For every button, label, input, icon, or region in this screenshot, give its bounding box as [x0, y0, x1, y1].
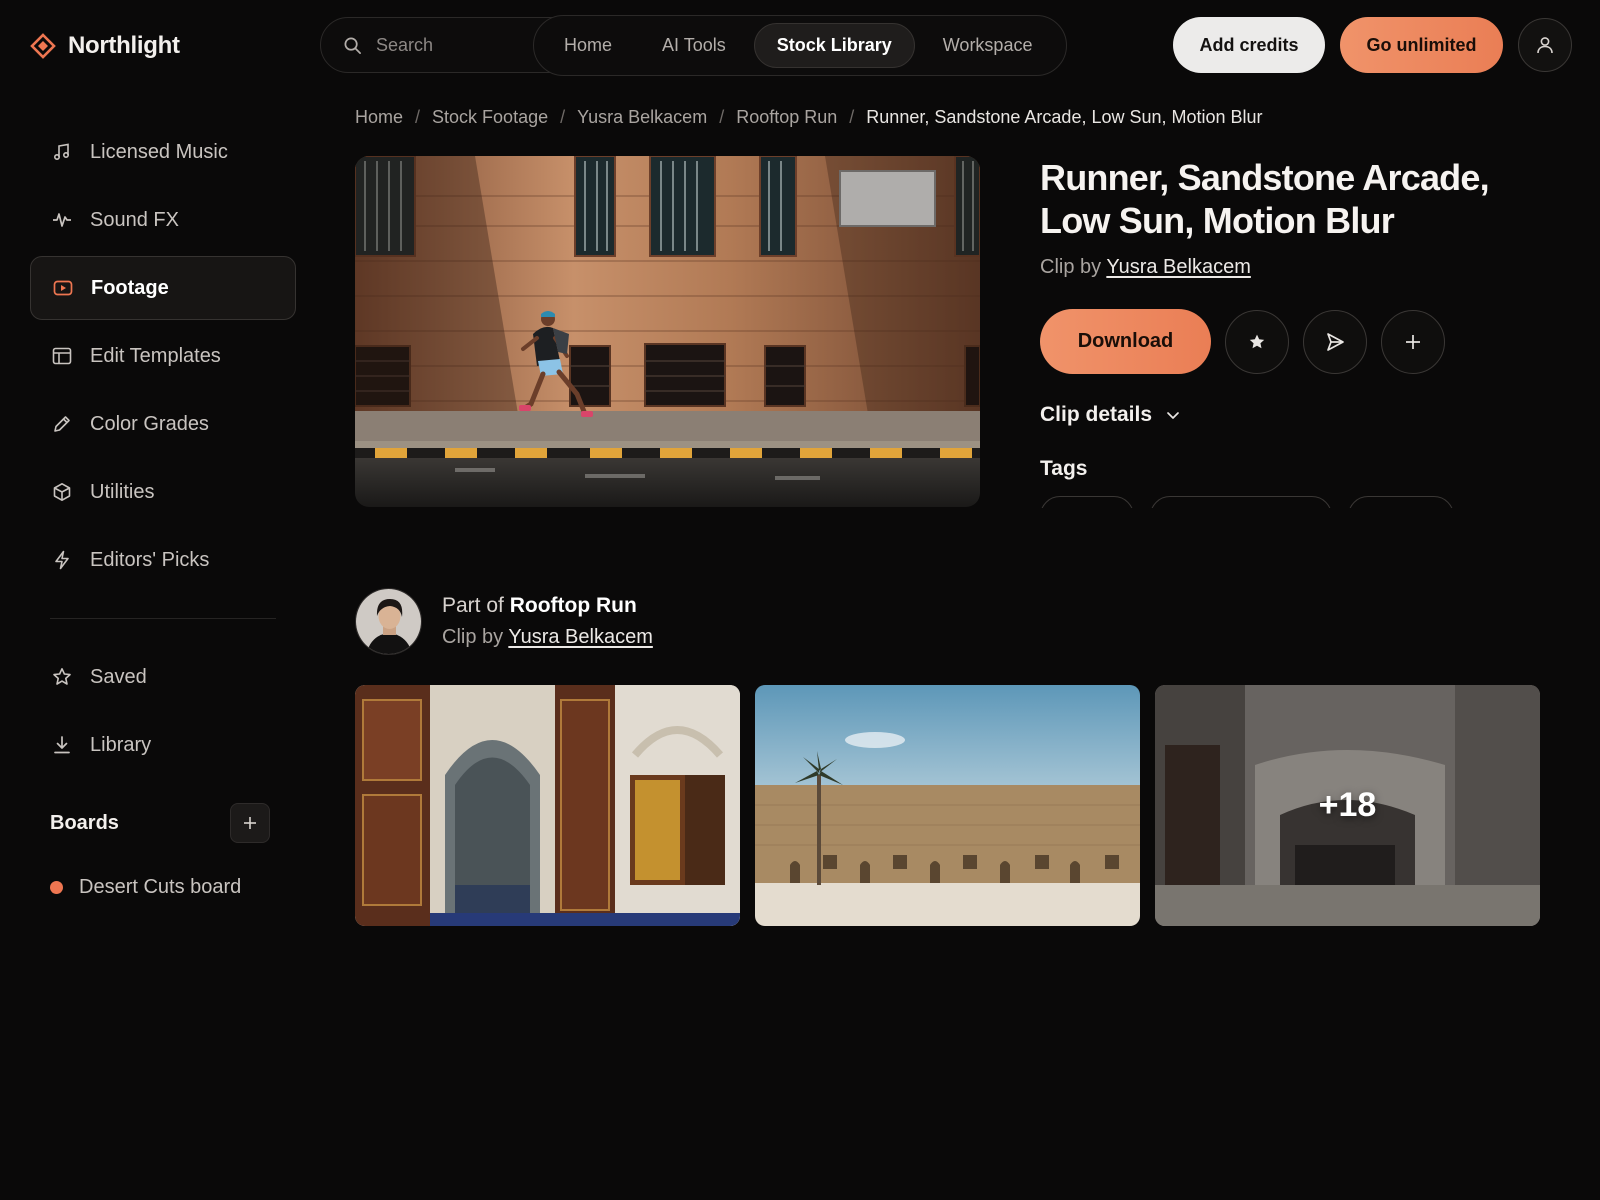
waveform-icon	[52, 210, 72, 230]
music-note-icon	[52, 142, 72, 162]
search-icon	[343, 36, 362, 55]
sidebar-item-label: Editors' Picks	[90, 548, 210, 571]
breadcrumb-current: Runner, Sandstone Arcade, Low Sun, Motio…	[866, 106, 1263, 127]
sidebar-item-edit-templates[interactable]: Edit Templates	[30, 324, 296, 388]
clip-actions: Download	[1040, 309, 1445, 374]
sidebar-item-label: Saved	[90, 665, 147, 688]
sidebar-divider	[50, 618, 276, 619]
sidebar-item-footage[interactable]: Footage	[30, 256, 296, 320]
breadcrumb-separator: /	[719, 106, 725, 127]
tags-heading: Tags	[1040, 457, 1088, 480]
tag-pill[interactable]	[1040, 496, 1134, 508]
sidebar-item-label: Edit Templates	[90, 344, 221, 367]
star-icon	[52, 667, 72, 687]
download-button[interactable]: Download	[1040, 309, 1211, 374]
collection-name: Rooftop Run	[509, 594, 637, 617]
boards-title: Boards	[50, 811, 119, 834]
send-icon	[1324, 331, 1346, 353]
add-credits-button[interactable]: Add credits	[1173, 17, 1325, 73]
cube-icon	[52, 482, 72, 502]
main-nav: Home AI Tools Stock Library Workspace	[533, 15, 1067, 76]
collection-thumbnails: +18	[355, 685, 1540, 926]
clip-title: Runner, Sandstone Arcade, Low Sun, Motio…	[1040, 157, 1490, 241]
clip-byline: Clip by Yusra Belkacem	[1040, 256, 1251, 279]
brand-name: Northlight	[68, 32, 180, 59]
nav-ai-tools[interactable]: AI Tools	[640, 23, 748, 68]
collection-thumbnail-3[interactable]: +18	[1155, 685, 1540, 926]
tag-pill[interactable]	[1150, 496, 1332, 508]
collection-thumbnail-1[interactable]	[355, 685, 740, 926]
collection-byline: Clip by Yusra Belkacem	[442, 626, 653, 649]
tags-list	[1040, 496, 1454, 508]
favorite-button[interactable]	[1225, 309, 1289, 374]
nav-home[interactable]: Home	[542, 23, 634, 68]
breadcrumb-separator: /	[849, 106, 855, 127]
brand[interactable]: Northlight	[30, 28, 180, 64]
sidebar-item-label: Footage	[91, 276, 169, 299]
sidebar-item-label: Color Grades	[90, 412, 209, 435]
collection-author-link[interactable]: Yusra Belkacem	[508, 626, 653, 648]
chevron-down-icon	[1166, 408, 1180, 422]
sidebar-item-label: Sound FX	[90, 208, 179, 231]
sidebar-item-label: Library	[90, 733, 152, 756]
sidebar: Licensed Music Sound FX Footage Edit Tem…	[30, 120, 296, 907]
sidebar-item-color-grades[interactable]: Color Grades	[30, 392, 296, 456]
clip-author-link[interactable]: Yusra Belkacem	[1106, 256, 1251, 278]
sidebar-item-label: Licensed Music	[90, 140, 228, 163]
breadcrumb-separator: /	[415, 106, 421, 127]
user-icon	[1535, 35, 1555, 55]
collection-title: Part of Rooftop Run	[442, 594, 637, 618]
tag-pill[interactable]	[1348, 496, 1454, 508]
sidebar-item-licensed-music[interactable]: Licensed Music	[30, 120, 296, 184]
clip-details-label: Clip details	[1040, 403, 1153, 426]
breadcrumb: Home / Stock Footage / Yusra Belkacem / …	[355, 104, 1263, 130]
sidebar-item-label: Utilities	[90, 480, 155, 503]
nav-stock-library[interactable]: Stock Library	[753, 23, 915, 68]
add-board-button[interactable]	[230, 803, 270, 843]
breadcrumb-collection[interactable]: Rooftop Run	[736, 107, 837, 128]
clip-preview-image	[355, 156, 980, 507]
author-avatar[interactable]	[355, 588, 422, 655]
board-item-label: Desert Cuts board	[79, 875, 242, 898]
breadcrumb-stock-footage[interactable]: Stock Footage	[432, 107, 548, 128]
collection-by-prefix: Clip by	[442, 626, 504, 648]
go-unlimited-button[interactable]: Go unlimited	[1340, 17, 1503, 73]
plus-icon	[1404, 333, 1422, 351]
boards-header: Boards	[30, 803, 296, 843]
thumbnail-image	[355, 685, 740, 926]
breadcrumb-separator: /	[560, 106, 566, 127]
collection-thumbnail-2[interactable]	[755, 685, 1140, 926]
nav-workspace[interactable]: Workspace	[921, 23, 1055, 68]
template-icon	[52, 346, 72, 366]
breadcrumb-home[interactable]: Home	[355, 107, 403, 128]
star-icon	[1248, 333, 1266, 351]
board-item-desert-cuts[interactable]: Desert Cuts board	[30, 867, 296, 907]
sidebar-item-sound-fx[interactable]: Sound FX	[30, 188, 296, 252]
sidebar-item-utilities[interactable]: Utilities	[30, 460, 296, 524]
collection-part-prefix: Part of	[442, 594, 504, 617]
lightning-icon	[52, 550, 72, 570]
thumbnail-image	[755, 685, 1140, 926]
more-clips-count: +18	[1318, 786, 1377, 824]
board-color-dot	[50, 880, 63, 894]
play-video-icon	[53, 278, 73, 298]
sidebar-item-library[interactable]: Library	[30, 713, 296, 777]
pencil-icon	[52, 414, 72, 434]
share-button[interactable]	[1303, 309, 1367, 374]
plus-icon	[243, 816, 257, 830]
brand-logo-icon	[30, 33, 56, 59]
clip-by-prefix: Clip by	[1040, 256, 1102, 278]
account-button[interactable]	[1518, 18, 1572, 72]
search-input[interactable]	[376, 34, 526, 56]
breadcrumb-author[interactable]: Yusra Belkacem	[577, 107, 707, 128]
sidebar-item-editors-picks[interactable]: Editors' Picks	[30, 528, 296, 592]
clip-preview[interactable]	[355, 156, 980, 507]
download-icon	[52, 735, 72, 755]
add-to-board-button[interactable]	[1381, 309, 1445, 374]
sidebar-item-saved[interactable]: Saved	[30, 645, 296, 709]
clip-details-toggle[interactable]: Clip details	[1040, 403, 1180, 427]
